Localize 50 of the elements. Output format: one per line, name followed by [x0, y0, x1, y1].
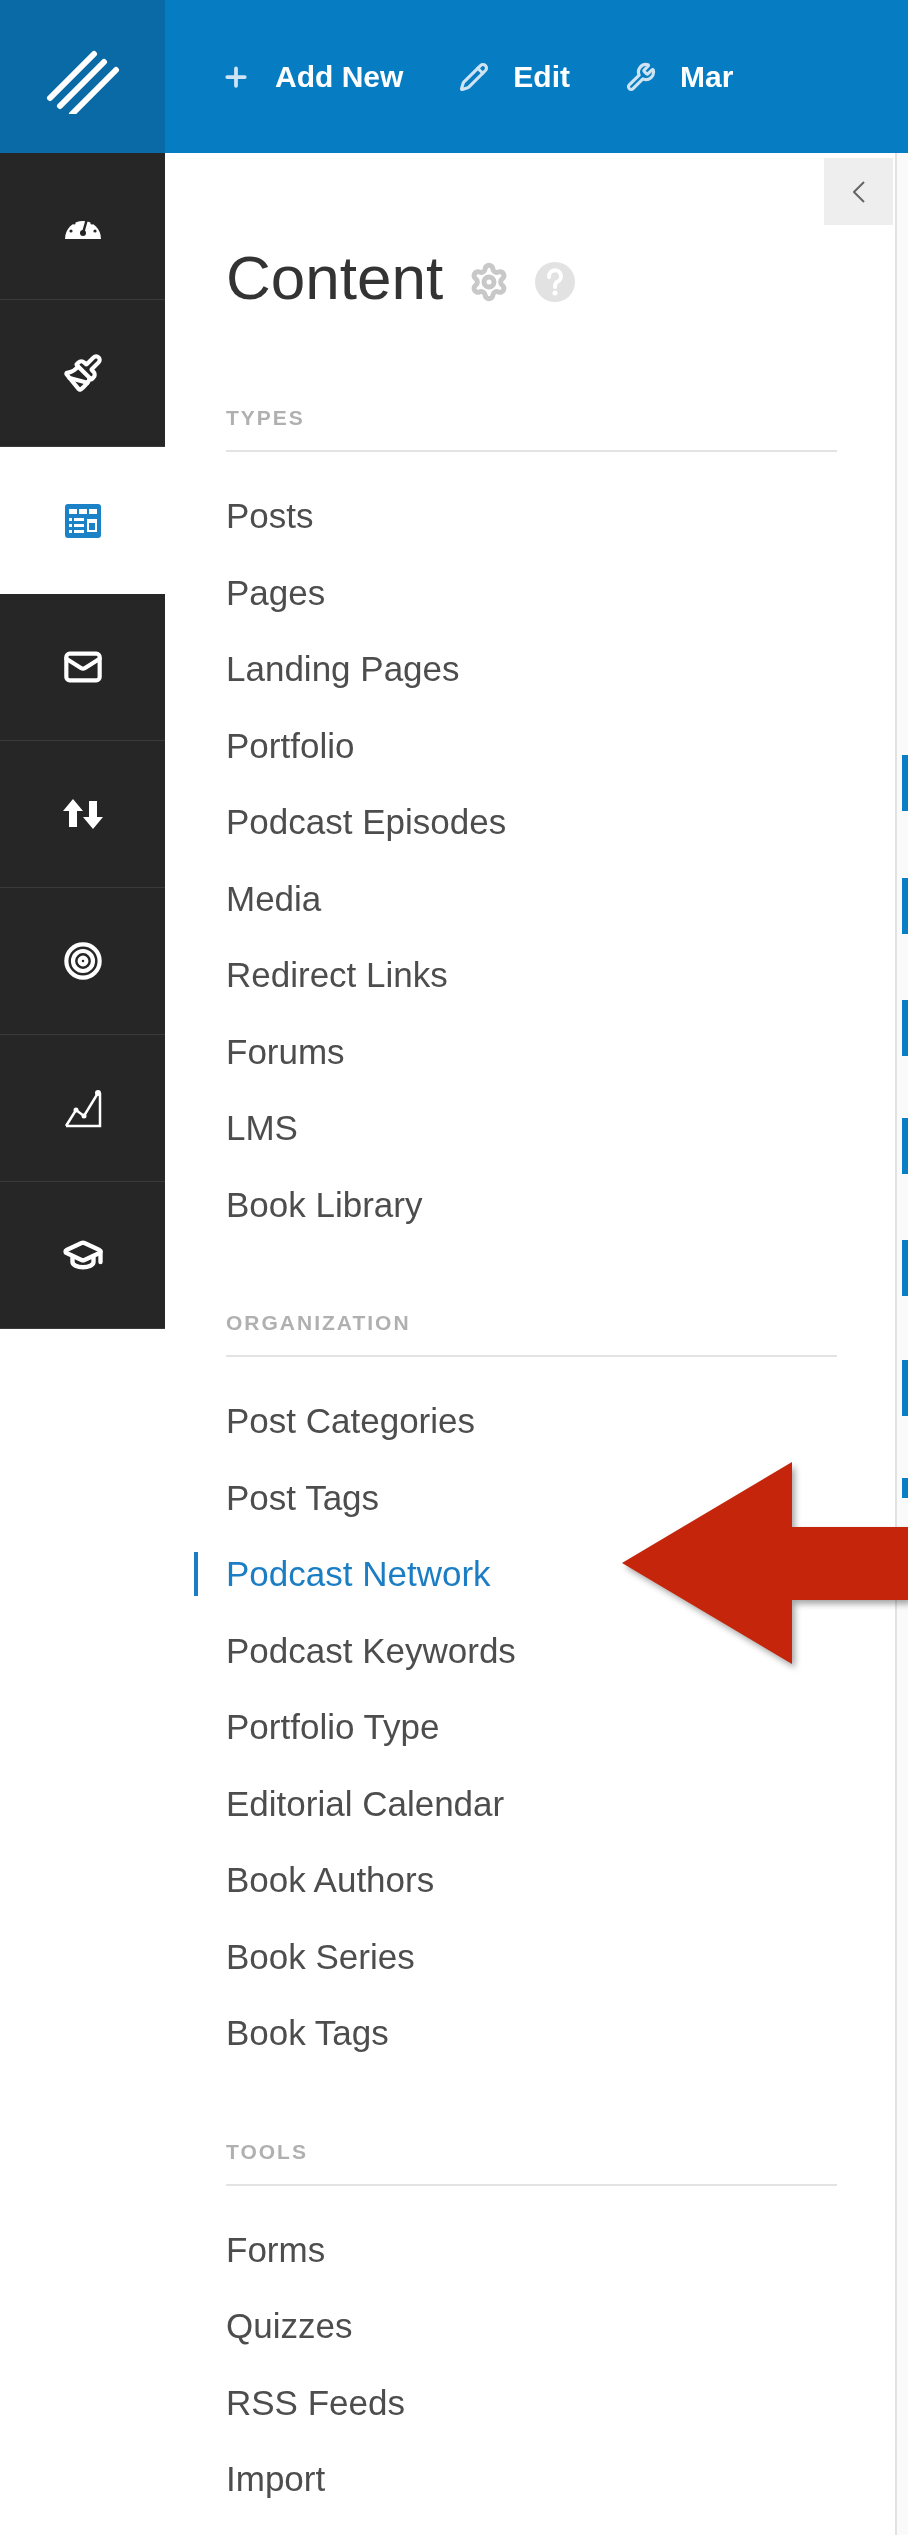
menu-link[interactable]: Podcast Keywords	[226, 1624, 516, 1677]
menu-link[interactable]: Book Tags	[226, 2007, 389, 2060]
menu-link[interactable]: Portfolio Type	[226, 1701, 440, 1754]
section-heading: TYPES	[226, 405, 306, 432]
menu-link[interactable]: Redirect Links	[226, 949, 448, 1002]
menu-link[interactable]: Book Authors	[226, 1854, 435, 1907]
menu-link[interactable]: Podcast Episodes	[226, 796, 507, 849]
rail-item[interactable]	[0, 300, 165, 447]
line-chart-icon	[62, 1088, 103, 1128]
target-icon	[62, 941, 103, 981]
panel-title: Content	[226, 247, 444, 309]
rail-item[interactable]	[0, 594, 165, 741]
row-marker	[902, 1360, 908, 1416]
row-marker	[902, 1118, 908, 1174]
layout-grid-icon	[64, 503, 101, 538]
menu-link[interactable]: Media	[226, 872, 322, 925]
section-heading: ORGANIZATION	[226, 1310, 412, 1337]
menu-link[interactable]: Podcast Network	[226, 1548, 491, 1601]
menu-link[interactable]: Quizzes	[226, 2300, 353, 2353]
row-marker	[902, 1000, 908, 1056]
wrench-icon	[626, 61, 656, 92]
pencil-icon	[459, 61, 490, 92]
menu-link[interactable]: Post Categories	[226, 1395, 476, 1448]
menu-link[interactable]: Import	[226, 2453, 326, 2506]
menu-link[interactable]: Forms	[226, 2223, 326, 2276]
menu-link[interactable]: Book Series	[226, 1930, 415, 1983]
row-marker	[902, 755, 908, 811]
rail-item[interactable]	[0, 1182, 165, 1329]
menu-link[interactable]: LMS	[226, 1102, 298, 1155]
toolbar-action[interactable]: Mar	[626, 54, 734, 99]
row-marker	[902, 1240, 908, 1296]
toolbar-action[interactable]: Add New	[221, 54, 404, 99]
toolbar-action[interactable]: Edit	[459, 54, 570, 99]
rail-item[interactable]	[0, 888, 165, 1035]
menu-link[interactable]: Editorial Calendar	[226, 1777, 505, 1830]
paintbrush-icon	[62, 353, 103, 393]
up-down-arrows-icon	[62, 799, 103, 829]
menu-link[interactable]: Forums	[226, 1025, 345, 1078]
chevron-left-icon	[852, 180, 865, 203]
menu-link[interactable]: RSS Feeds	[226, 2376, 405, 2429]
menu-link[interactable]: Landing Pages	[226, 643, 460, 696]
row-marker	[902, 878, 908, 934]
menu-link[interactable]: Posts	[226, 490, 314, 543]
menu-link[interactable]: Book Library	[226, 1178, 423, 1231]
section-heading: TOOLS	[226, 2138, 309, 2165]
row-marker	[902, 1478, 908, 1498]
menu-link[interactable]: Portfolio	[226, 719, 355, 772]
menu-link[interactable]: Post Tags	[226, 1471, 380, 1524]
rail-item[interactable]	[0, 741, 165, 888]
menu-link[interactable]: Pages	[226, 566, 326, 619]
